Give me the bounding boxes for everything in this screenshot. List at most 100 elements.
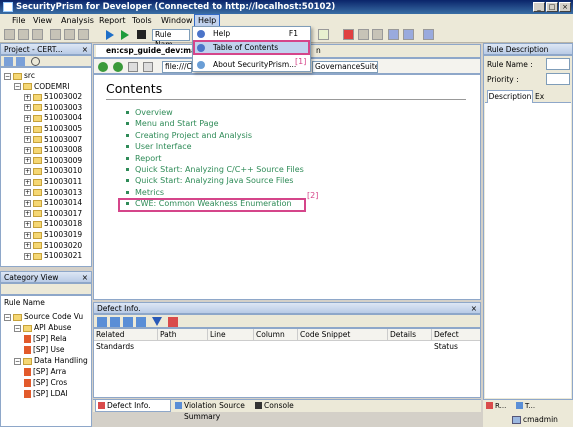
filter-icon[interactable] bbox=[152, 317, 162, 326]
toc-link[interactable]: Metrics bbox=[135, 188, 164, 197]
find-icon[interactable] bbox=[318, 29, 329, 40]
expander-icon[interactable]: + bbox=[24, 220, 31, 228]
expander-icon[interactable]: + bbox=[24, 231, 31, 239]
column-header[interactable]: Line bbox=[208, 329, 254, 341]
column-header[interactable]: Code Snippet bbox=[298, 329, 388, 341]
expander-icon[interactable]: + bbox=[24, 125, 31, 133]
category-item[interactable]: − API Abuse bbox=[14, 323, 71, 333]
run-analysis-icon[interactable] bbox=[121, 30, 129, 40]
expander-icon[interactable]: + bbox=[24, 93, 31, 101]
collapse-icon[interactable] bbox=[4, 57, 13, 66]
tree-item[interactable]: +51003008 bbox=[24, 145, 82, 155]
tab-description[interactable]: Description bbox=[487, 90, 533, 103]
print-icon[interactable] bbox=[32, 29, 43, 40]
expander-icon[interactable]: + bbox=[24, 252, 31, 260]
stop-load-icon[interactable] bbox=[128, 62, 138, 72]
open-icon[interactable] bbox=[50, 29, 61, 40]
expander-icon[interactable]: + bbox=[24, 157, 31, 165]
back-icon[interactable] bbox=[98, 62, 108, 72]
maximize-button[interactable]: □ bbox=[546, 2, 558, 12]
chart-icon[interactable] bbox=[403, 29, 414, 40]
mini-tab-rule[interactable]: R... bbox=[485, 400, 511, 412]
tree-item[interactable]: +51003011 bbox=[24, 177, 82, 187]
tab-violation-summary[interactable]: Violation Source Summary bbox=[173, 400, 253, 421]
tab-second[interactable]: n bbox=[316, 45, 321, 57]
tree-item[interactable]: +51003017 bbox=[24, 209, 82, 219]
new-icon[interactable] bbox=[4, 29, 15, 40]
expand-icon[interactable] bbox=[97, 317, 107, 327]
tree-item[interactable]: − src bbox=[4, 71, 35, 81]
address-field-right[interactable]: GovernanceSuite bbox=[312, 61, 378, 73]
tree-item[interactable]: +51003019 bbox=[24, 230, 82, 240]
column-header[interactable]: Related Standards bbox=[94, 329, 158, 351]
rule-name-combo[interactable]: Rule Nam bbox=[152, 29, 190, 49]
tab-defect-info[interactable]: Defect Info. bbox=[95, 400, 171, 412]
menu-view[interactable]: View bbox=[30, 15, 55, 26]
detail-icon[interactable] bbox=[136, 317, 146, 327]
column-header[interactable]: Defect Status bbox=[432, 329, 480, 351]
expander-icon[interactable]: − bbox=[14, 357, 21, 365]
save-icon[interactable] bbox=[18, 29, 29, 40]
paste-icon[interactable] bbox=[78, 29, 89, 40]
mark-icon[interactable] bbox=[168, 317, 178, 327]
expander-icon[interactable]: + bbox=[24, 242, 31, 250]
stop-icon[interactable] bbox=[137, 30, 146, 39]
mini-tab-t[interactable]: T... bbox=[515, 400, 541, 412]
expander-icon[interactable]: + bbox=[24, 178, 31, 186]
tree-item[interactable]: +51003010 bbox=[24, 166, 82, 176]
tab-console[interactable]: Console bbox=[253, 400, 303, 412]
expander-icon[interactable]: − bbox=[14, 324, 21, 332]
layout-icon[interactable] bbox=[423, 29, 434, 40]
expander-icon[interactable]: + bbox=[24, 167, 31, 175]
toc-link[interactable]: Quick Start: Analyzing Java Source Files bbox=[135, 176, 293, 185]
tree-item[interactable]: − CODEMRI bbox=[14, 82, 70, 92]
search-icon[interactable] bbox=[31, 57, 40, 66]
rule-name-field[interactable] bbox=[546, 58, 570, 70]
expander-icon[interactable]: + bbox=[24, 199, 31, 207]
category-item[interactable]: [SP] LDAI bbox=[24, 389, 68, 399]
tree-item[interactable]: +51003021 bbox=[24, 251, 82, 261]
tab-guide[interactable]: en:csp_guide_dev:ma bbox=[96, 45, 200, 57]
collapse-all-icon[interactable] bbox=[110, 317, 120, 327]
menu-report[interactable]: Report bbox=[96, 15, 129, 26]
expander-icon[interactable]: + bbox=[24, 114, 31, 122]
rule-icon[interactable] bbox=[343, 29, 354, 40]
expander-icon[interactable]: − bbox=[4, 72, 11, 80]
refresh-icon[interactable] bbox=[143, 62, 153, 72]
toc-link[interactable]: User Interface bbox=[135, 142, 192, 151]
menu-tools[interactable]: Tools bbox=[129, 15, 155, 26]
menu-item-about[interactable]: About SecurityPrism... bbox=[193, 58, 310, 71]
report-icon[interactable] bbox=[388, 29, 399, 40]
toc-link[interactable]: Overview bbox=[135, 108, 173, 117]
copy-icon[interactable] bbox=[64, 29, 75, 40]
tree-item[interactable]: +51003002 bbox=[24, 92, 82, 102]
toc-link[interactable]: Creating Project and Analysis bbox=[135, 131, 252, 140]
category-item[interactable]: [SP] Rela bbox=[24, 334, 67, 344]
export-icon[interactable] bbox=[372, 29, 383, 40]
list-icon[interactable] bbox=[123, 317, 133, 327]
minimize-button[interactable]: _ bbox=[533, 2, 545, 12]
filter-icon[interactable] bbox=[358, 29, 369, 40]
toc-link[interactable]: Report bbox=[135, 154, 162, 163]
category-item[interactable]: − Source Code Vu bbox=[4, 312, 83, 322]
menu-window[interactable]: Window bbox=[158, 15, 196, 26]
tree-item[interactable]: +51003018 bbox=[24, 219, 82, 229]
address-field[interactable]: file:///C bbox=[162, 61, 192, 73]
link-icon[interactable] bbox=[16, 57, 25, 66]
run-icon[interactable] bbox=[106, 30, 114, 40]
tree-item[interactable]: +51003005 bbox=[24, 124, 82, 134]
tree-item[interactable]: +51003013 bbox=[24, 188, 82, 198]
column-header[interactable]: Path bbox=[158, 329, 208, 341]
close-button[interactable]: × bbox=[559, 2, 571, 12]
expander-icon[interactable]: + bbox=[24, 104, 31, 112]
category-item[interactable]: [SP] Cros bbox=[24, 378, 67, 388]
tree-item[interactable]: +51003014 bbox=[24, 198, 82, 208]
expander-icon[interactable]: + bbox=[24, 189, 31, 197]
category-item[interactable]: [SP] Use bbox=[24, 345, 65, 355]
tree-item[interactable]: +51003007 bbox=[24, 135, 82, 145]
tree-item[interactable]: +51003003 bbox=[24, 103, 82, 113]
category-item[interactable]: [SP] Arra bbox=[24, 367, 66, 377]
toc-link[interactable]: Quick Start: Analyzing C/C++ Source File… bbox=[135, 165, 304, 174]
priority-field[interactable] bbox=[546, 73, 570, 85]
expander-icon[interactable]: − bbox=[14, 83, 21, 91]
